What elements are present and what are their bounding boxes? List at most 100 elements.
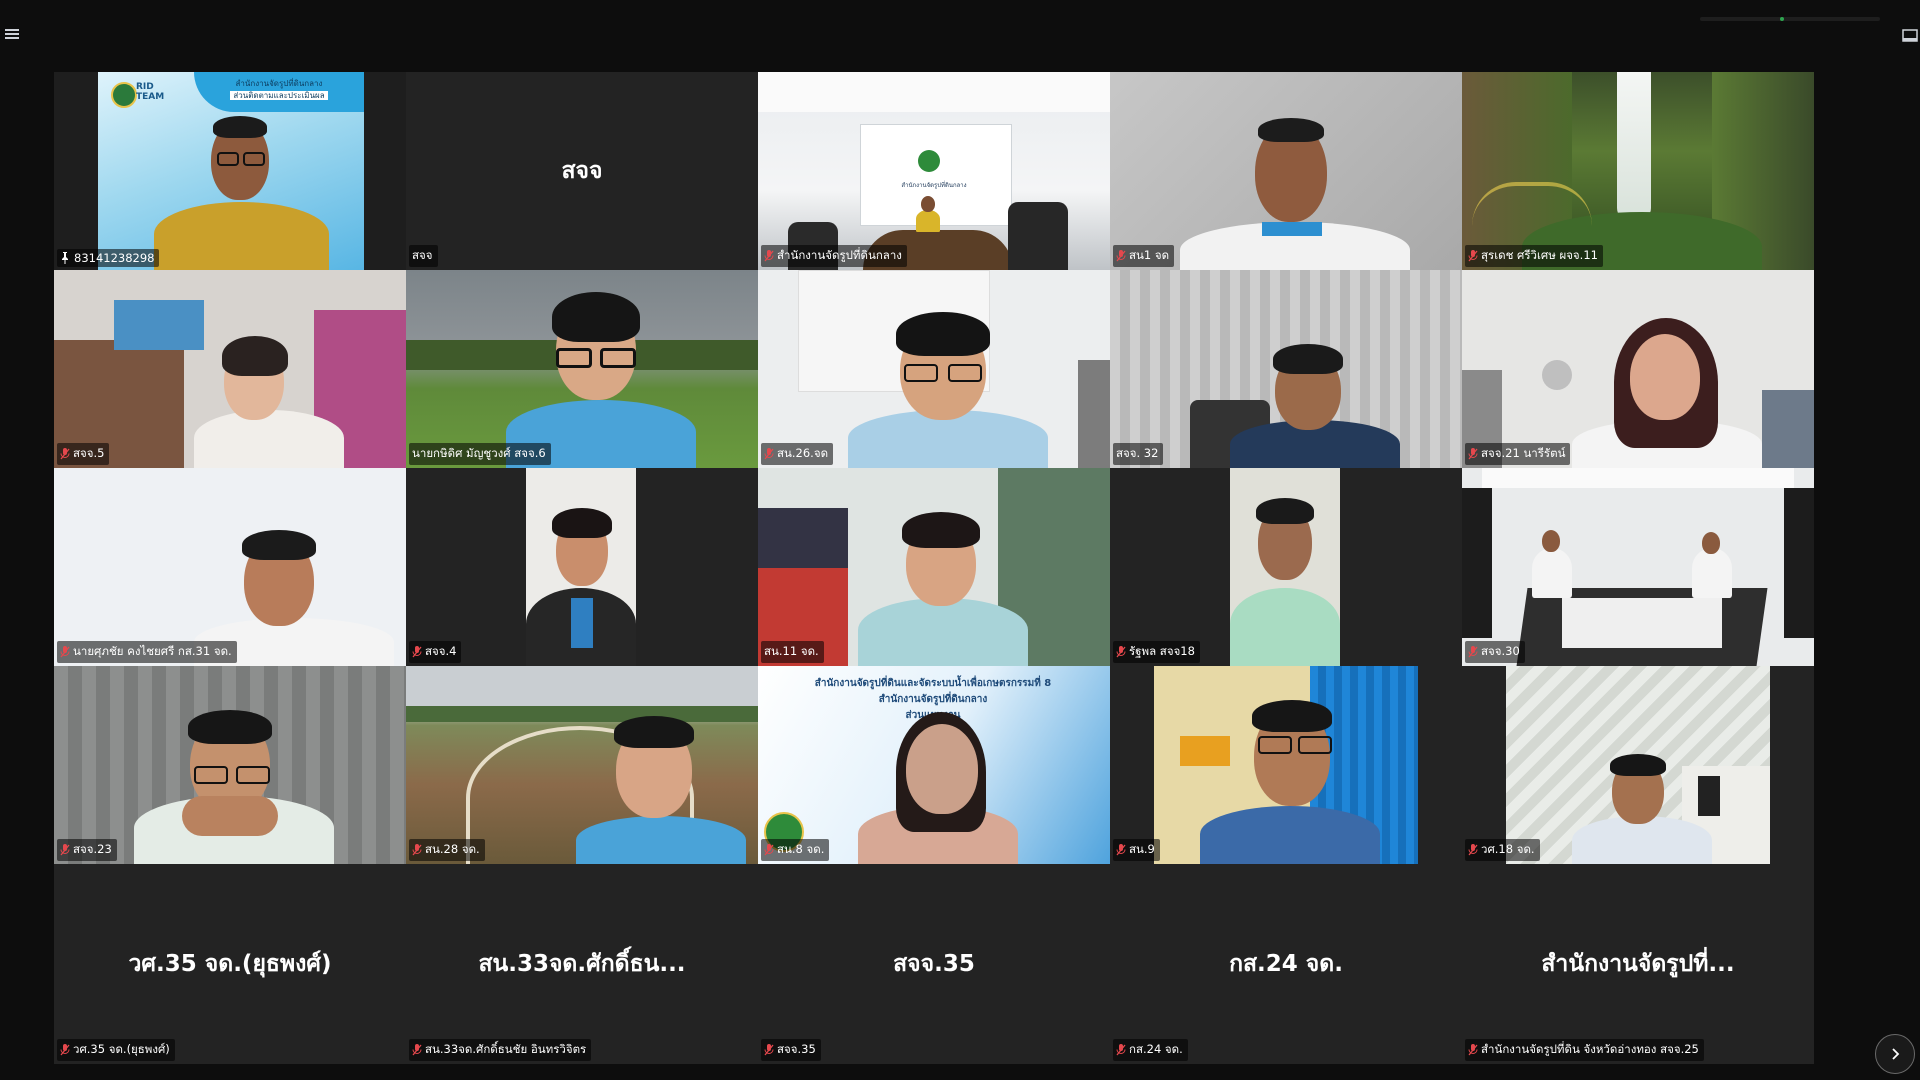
participant-name-tag: สจจ.21 นารีรัตน์ xyxy=(1465,443,1571,465)
participant-tile[interactable]: สน.28 จด. xyxy=(406,666,758,864)
participant-tile[interactable]: สจจ.23 xyxy=(54,666,406,864)
participant-name-tag: สจจ.35 xyxy=(761,1039,821,1061)
mic-muted-icon xyxy=(1468,448,1478,460)
video-feed xyxy=(406,666,758,864)
participant-tile[interactable]: สจจ. 32 xyxy=(1110,270,1462,468)
participant-tile[interactable]: กส.24 จด. กส.24 จด. xyxy=(1110,864,1462,1064)
video-feed xyxy=(54,468,406,666)
participant-name-tag: สน.28 จด. xyxy=(409,839,485,861)
mic-muted-icon xyxy=(412,1044,422,1056)
participant-tile[interactable]: วศ.35 จด.(ยุธพงศ์) วศ.35 จด.(ยุธพงศ์) xyxy=(54,864,406,1064)
participant-name-tag: สน.11 จด. xyxy=(761,641,824,663)
mic-muted-icon xyxy=(60,646,70,658)
participant-tile[interactable]: สจจ สจจ xyxy=(406,72,758,270)
next-page-button[interactable] xyxy=(1875,1034,1915,1074)
room-sign-text: สำนักงานจัดรูปที่ดินกลาง xyxy=(901,182,967,189)
panel-icon[interactable] xyxy=(1902,28,1918,44)
participant-tile[interactable]: รัฐพล สจจ18 xyxy=(1110,468,1462,666)
mic-muted-icon xyxy=(1468,250,1478,262)
participant-avatar-name: กส.24 จด. xyxy=(1229,951,1343,977)
speaker-indicator-bar xyxy=(1700,17,1880,21)
participant-avatar-name: สจจ.35 xyxy=(893,951,975,977)
participant-name-tag: สน.9 xyxy=(1113,839,1160,861)
gallery-grid: RID TEAM สำนักงานจัดรูปที่ดินกลาง ส่วนติดต… xyxy=(54,72,1815,1064)
participant-name-tag: รัฐพล สจจ18 xyxy=(1113,641,1200,663)
video-feed xyxy=(1110,72,1462,270)
participant-tile[interactable]: สจจ.5 xyxy=(54,270,406,468)
mic-muted-icon xyxy=(1468,844,1478,856)
participant-name-tag: วศ.18 จด. xyxy=(1465,839,1540,861)
participant-tile[interactable]: สำนักงานจัดรูปที่ดินและจัดระบบน้ำเพื่อเก… xyxy=(758,666,1110,864)
mic-muted-icon xyxy=(764,448,774,460)
participant-name-tag: สจจ. 32 xyxy=(1113,443,1164,465)
video-feed xyxy=(1462,72,1814,270)
mic-muted-icon xyxy=(60,844,70,856)
participant-tile[interactable]: สน.26.จด xyxy=(758,270,1110,468)
video-feed xyxy=(1110,270,1462,468)
participant-name-tag: สน.33จด.ศักดิ์ธนชัย อินทรวิจิตร xyxy=(409,1039,592,1061)
mic-muted-icon xyxy=(764,844,774,856)
mic-muted-icon xyxy=(60,448,70,460)
participant-name-tag: สจจ.4 xyxy=(409,641,462,663)
meeting-toolbar xyxy=(0,0,1920,1002)
participant-tile[interactable]: นายกษิดิศ มัญชูวงศ์ สจจ.6 xyxy=(406,270,758,468)
participant-tile[interactable]: สุรเดช ศรีวิเศษ ผจจ.11 xyxy=(1462,72,1814,270)
mic-muted-icon xyxy=(764,250,774,262)
participant-avatar-name: สน.33จด.ศักดิ์ธน... xyxy=(478,951,686,977)
video-feed: RID TEAM สำนักงานจัดรูปที่ดินกลาง ส่วนติดต… xyxy=(54,72,406,270)
participant-tile[interactable]: สน.11 จด. xyxy=(758,468,1110,666)
list-view-icon[interactable] xyxy=(4,26,20,42)
participant-name-tag: สน.8 จด. xyxy=(761,839,830,861)
participant-tile[interactable]: สจจ.35 สจจ.35 xyxy=(758,864,1110,1064)
participant-avatar-name: สจจ xyxy=(561,158,603,184)
video-feed: สำนักงานจัดรูปที่ดินกลาง xyxy=(758,72,1110,270)
video-feed xyxy=(758,270,1110,468)
participant-tile[interactable]: นายศุภชัย คงไชยศรี กส.31 จด. xyxy=(54,468,406,666)
video-feed xyxy=(406,468,758,666)
participant-tile[interactable]: RID TEAM สำนักงานจัดรูปที่ดินกลาง ส่วนติดต… xyxy=(54,72,406,270)
participant-name-tag: สน.26.จด xyxy=(761,443,834,465)
mic-muted-icon xyxy=(764,1044,774,1056)
video-feed xyxy=(406,270,758,468)
participant-name-tag: สำนักงานจัดรูปที่ดินกลาง xyxy=(761,245,907,267)
video-feed xyxy=(758,468,1110,666)
video-feed xyxy=(1110,468,1462,666)
participant-tile[interactable]: สจจ.21 นารีรัตน์ xyxy=(1462,270,1814,468)
participant-name-tag: สน1 จด xyxy=(1113,245,1175,267)
participant-name-tag: สจจ.23 xyxy=(57,839,117,861)
participant-tile[interactable]: สน.9 xyxy=(1110,666,1462,864)
participant-name-tag: สจจ xyxy=(409,245,438,267)
participant-name-tag: กส.24 จด. xyxy=(1113,1039,1188,1061)
video-feed xyxy=(1462,468,1814,666)
mic-muted-icon xyxy=(1116,250,1126,262)
mic-muted-icon xyxy=(412,646,422,658)
participant-name-tag: สจจ.30 xyxy=(1465,641,1525,663)
participant-tile[interactable]: สำนักงานจัดรูปที่ดินกลาง สำนักงานจัดรูปท… xyxy=(758,72,1110,270)
participant-name-tag: สจจ.5 xyxy=(57,443,110,465)
participant-name-tag: สุรเดช ศรีวิเศษ ผจจ.11 xyxy=(1465,245,1603,267)
video-feed xyxy=(1462,666,1814,864)
rid-logo-text: RID TEAM xyxy=(136,82,165,102)
mic-muted-icon xyxy=(1468,1044,1478,1056)
participant-name-tag: นายกษิดิศ มัญชูวงศ์ สจจ.6 xyxy=(409,443,551,465)
mic-muted-icon xyxy=(1116,1044,1126,1056)
participant-name-tag: 83141238298 xyxy=(57,249,160,267)
mic-muted-icon xyxy=(1468,646,1478,658)
participant-avatar-name: สำนักงานจัดรูปที่... xyxy=(1541,951,1735,977)
video-feed xyxy=(1462,270,1814,468)
participant-tile[interactable]: วศ.18 จด. xyxy=(1462,666,1814,864)
participant-name-tag: นายศุภชัย คงไชยศรี กส.31 จด. xyxy=(57,641,237,663)
participant-tile[interactable]: สจจ.4 xyxy=(406,468,758,666)
video-feed: สำนักงานจัดรูปที่ดินและจัดระบบน้ำเพื่อเก… xyxy=(758,666,1110,864)
participant-tile[interactable]: สำนักงานจัดรูปที่... สำนักงานจัดรูปที่ดิ… xyxy=(1462,864,1814,1064)
mic-muted-icon xyxy=(1116,646,1126,658)
mic-muted-icon xyxy=(1116,844,1126,856)
chevron-right-icon xyxy=(1892,1048,1900,1060)
pin-icon xyxy=(62,252,68,264)
mic-muted-icon xyxy=(412,844,422,856)
participant-tile[interactable]: สน1 จด xyxy=(1110,72,1462,270)
mic-muted-icon xyxy=(60,1044,70,1056)
participant-tile[interactable]: สน.33จด.ศักดิ์ธน... สน.33จด.ศักดิ์ธนชัย … xyxy=(406,864,758,1064)
participant-tile[interactable]: สจจ.30 xyxy=(1462,468,1814,666)
participant-name-tag: สำนักงานจัดรูปที่ดิน จังหวัดอ่างทอง สจจ.… xyxy=(1465,1039,1704,1061)
